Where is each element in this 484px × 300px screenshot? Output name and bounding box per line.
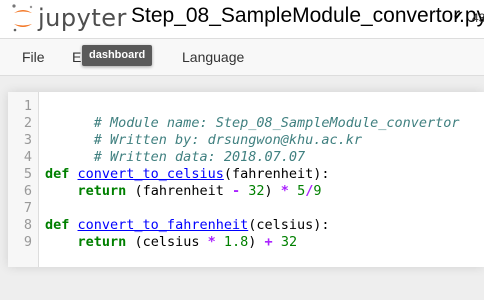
code-line: # Module name: Step_08_SampleModule_conv… — [45, 98, 460, 131]
line-number: 4 — [23, 149, 32, 165]
jupyter-logo-icon — [12, 4, 33, 32]
code-line: return (celsius * 1.8) + 32 — [45, 234, 298, 251]
menu-bar: File E Language — [0, 38, 484, 76]
code-text: (fahrenheit — [134, 183, 232, 199]
code-keyword: def — [45, 217, 70, 233]
header-truncated-text: 43 — [472, 11, 484, 25]
code-line: def convert_to_fahrenheit(celsius): — [45, 217, 330, 234]
line-number: 7 — [23, 200, 32, 216]
logo-wordmark: jupyter — [38, 4, 127, 32]
code-line: # Written by: drsungwon@khu.ac.kr — [45, 115, 362, 148]
code-function-name: convert_to_fahrenheit — [77, 217, 249, 233]
menu-file[interactable]: File — [22, 49, 45, 65]
code-number: 1.8 — [223, 234, 249, 250]
notebook-header: jupyter Step_08_SampleModule_convertor.p… — [0, 0, 484, 38]
code-text: (celsius): — [248, 217, 330, 233]
code-comment: # Written data: 2018.07.07 — [93, 149, 306, 165]
code-text: (celsius — [134, 234, 208, 250]
code-keyword: return — [77, 234, 127, 250]
code-keyword: def — [45, 166, 70, 182]
code-number: 5 — [297, 183, 306, 199]
code-function-name: convert_to_celsius — [77, 166, 224, 182]
code-keyword: return — [77, 183, 127, 199]
code-text: ) — [248, 234, 265, 250]
code-text: (fahrenheit): — [223, 166, 330, 182]
code-number: 9 — [313, 183, 322, 199]
notebook-filename[interactable]: Step_08_SampleModule_convertor.py — [131, 4, 484, 28]
line-number-gutter: 1 2 3 4 5 6 7 8 9 — [8, 92, 39, 267]
line-number: 2 — [23, 115, 32, 131]
code-operator: * — [280, 183, 289, 199]
code-line: return (fahrenheit - 32) * 5/9 — [45, 183, 322, 200]
code-line: # Written data: 2018.07.07 — [45, 132, 305, 165]
code-line: def convert_to_celsius(fahrenheit): — [45, 166, 330, 183]
menu-language[interactable]: Language — [182, 49, 244, 65]
line-number: 3 — [23, 132, 32, 148]
code-area[interactable]: # Module name: Step_08_SampleModule_conv… — [45, 92, 460, 300]
code-operator: + — [264, 234, 273, 250]
menu-edit[interactable]: E — [72, 49, 81, 65]
line-number: 9 — [23, 234, 32, 250]
line-number: 1 — [23, 98, 32, 114]
line-number: 8 — [23, 217, 32, 233]
code-operator: * — [207, 234, 216, 250]
code-operator: - — [231, 183, 241, 199]
code-number: 32 — [280, 234, 298, 250]
line-number: 5 — [23, 166, 32, 182]
code-number: 32 — [248, 183, 265, 199]
code-editor[interactable]: 1 2 3 4 5 6 7 8 9 # Module name: Step_08… — [8, 92, 484, 267]
dashboard-tooltip: dashboard — [82, 45, 153, 66]
check-icon: ✔ — [453, 9, 464, 24]
code-text: ) — [264, 183, 281, 199]
line-number: 6 — [23, 183, 32, 199]
